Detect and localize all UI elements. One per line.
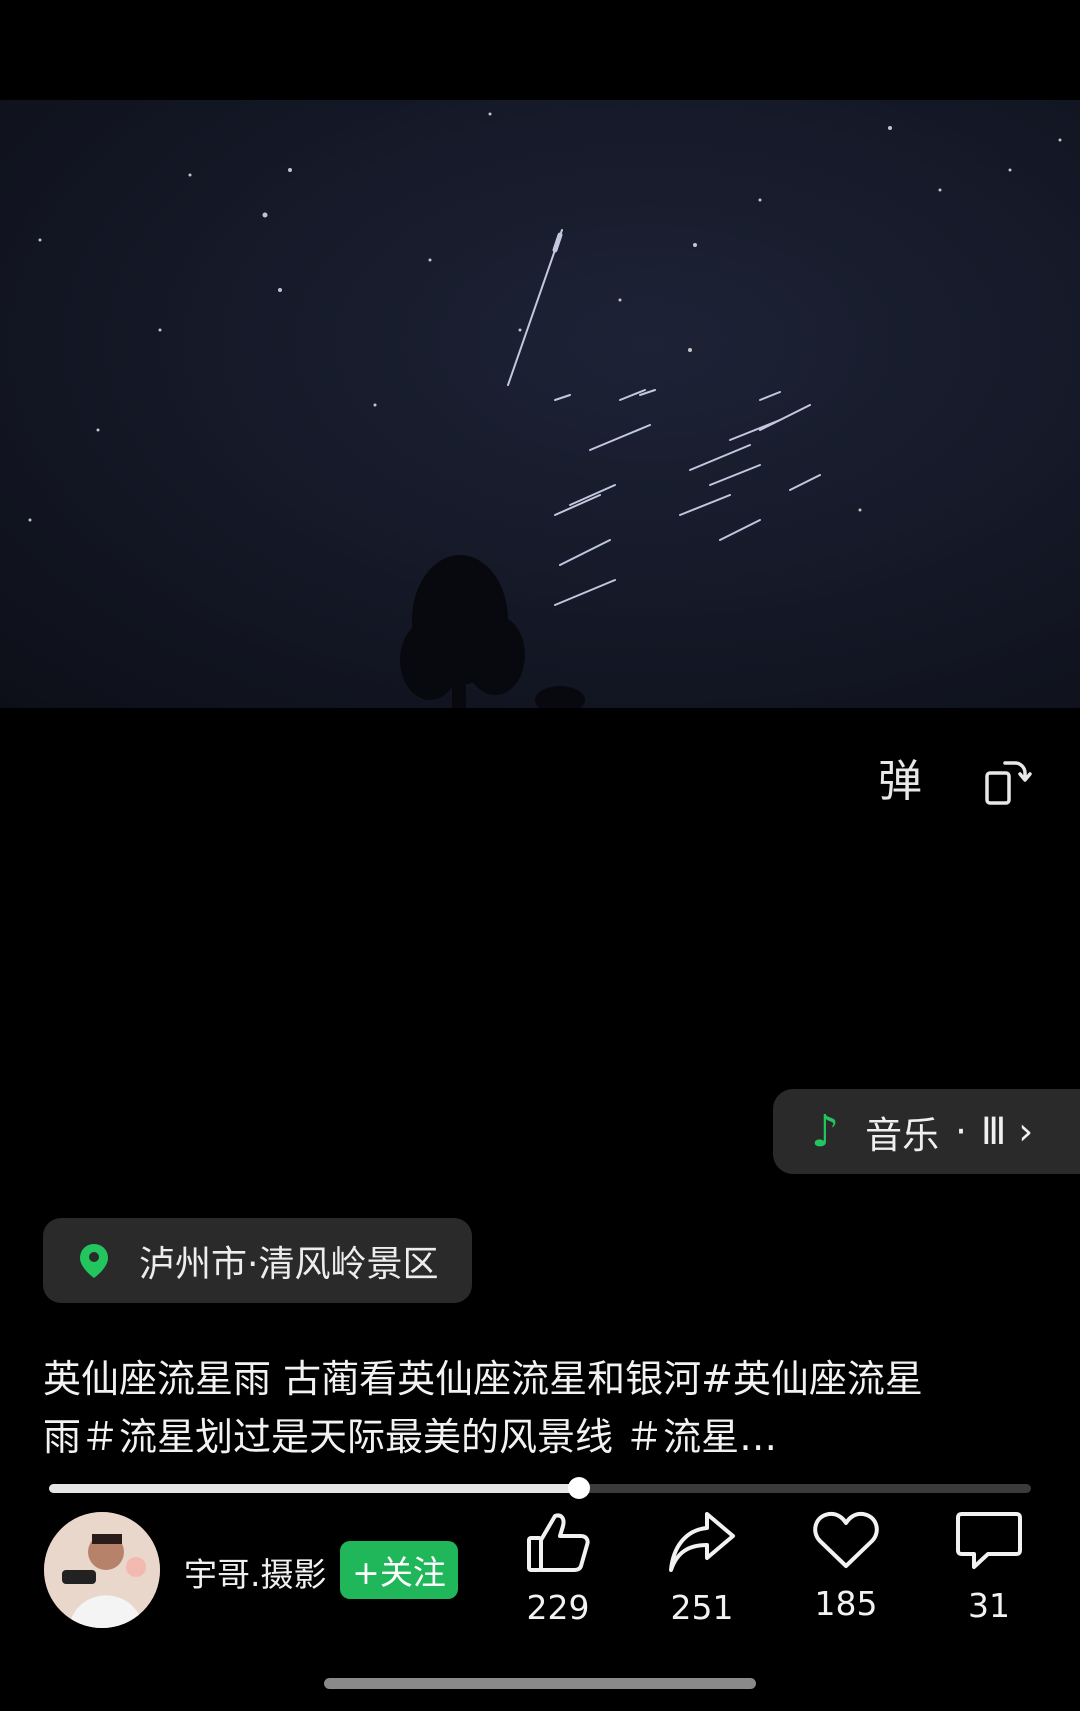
location-tag[interactable]: 泸州市·清风岭景区 xyxy=(43,1218,473,1303)
music-button[interactable]: ♪ 音乐 · Ⅲ › xyxy=(773,1089,1080,1174)
comment-button[interactable]: 31 xyxy=(934,1510,1044,1625)
progress-knob[interactable] xyxy=(568,1477,591,1499)
favorite-button[interactable]: 185 xyxy=(791,1510,901,1623)
video-progress-bar[interactable] xyxy=(49,1477,1031,1499)
danmaku-toggle-icon[interactable]: 弹 xyxy=(870,752,930,812)
home-indicator[interactable] xyxy=(324,1678,756,1689)
music-bars-icon: Ⅲ xyxy=(980,1110,1009,1153)
caption-line-1: 英仙座流星雨 古蔺看英仙座流星和银河#英仙座流星 xyxy=(43,1357,923,1401)
heart-icon xyxy=(813,1511,879,1568)
favorite-count: 185 xyxy=(814,1584,878,1623)
music-label: 音乐 xyxy=(865,1113,940,1157)
share-arrow-icon xyxy=(669,1512,735,1572)
follow-button[interactable]: +关注 xyxy=(340,1541,458,1599)
video-player[interactable] xyxy=(0,100,1080,708)
video-caption[interactable]: 英仙座流星雨 古蔺看英仙座流星和银河#英仙座流星 雨＃流星划过是天际最美的风景线… xyxy=(43,1350,1033,1466)
rotate-screen-icon[interactable] xyxy=(978,752,1038,812)
music-separator: · xyxy=(955,1110,967,1153)
location-text: 泸州市·清风岭景区 xyxy=(139,1243,439,1285)
author-name[interactable]: 宇哥.摄影 xyxy=(184,1548,327,1596)
share-button[interactable]: 251 xyxy=(647,1510,757,1627)
avatar[interactable] xyxy=(44,1512,160,1628)
comment-count: 31 xyxy=(968,1586,1010,1625)
chevron-right-icon: › xyxy=(1018,1110,1034,1153)
share-count: 251 xyxy=(670,1588,734,1627)
caption-line-2: 雨＃流星划过是天际最美的风景线 ＃流星… xyxy=(43,1415,778,1459)
thumbs-up-icon xyxy=(527,1513,590,1572)
like-button[interactable]: 229 xyxy=(503,1510,613,1627)
night-sky-image xyxy=(28,112,1062,708)
comment-bubble-icon xyxy=(956,1512,1022,1569)
like-count: 229 xyxy=(526,1588,590,1627)
location-pin-icon xyxy=(80,1243,108,1278)
progress-fill xyxy=(49,1484,580,1493)
danmaku-label: 弹 xyxy=(878,756,922,807)
music-note-icon: ♪ xyxy=(811,1106,840,1157)
